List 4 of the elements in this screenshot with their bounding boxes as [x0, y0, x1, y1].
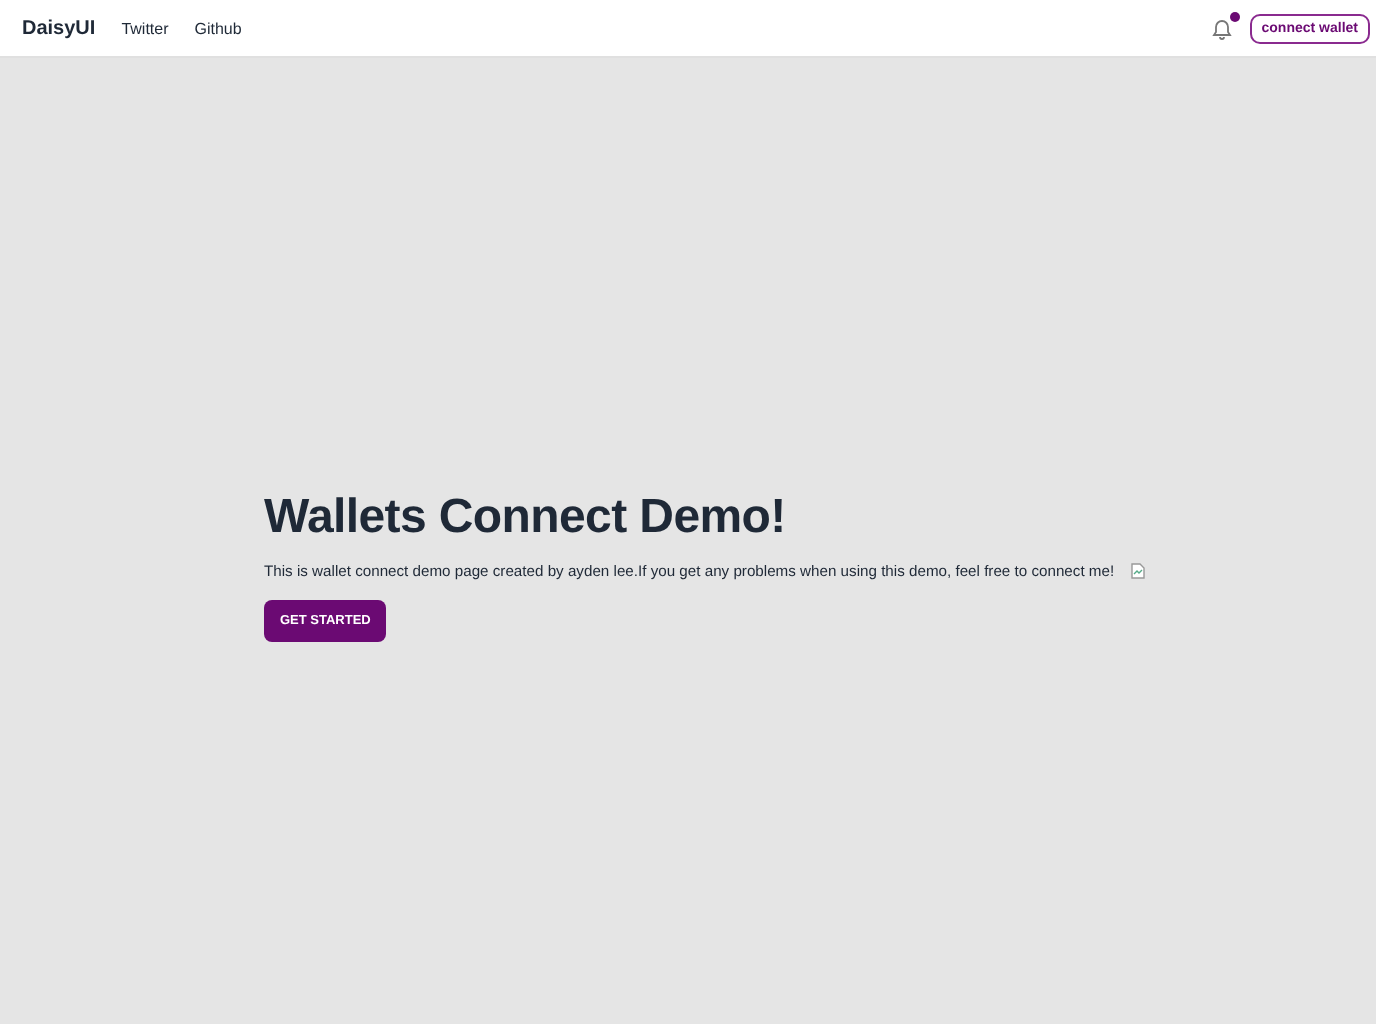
hero-title: Wallets Connect Demo!	[264, 490, 786, 546]
brand-link[interactable]: DaisyUI	[22, 17, 96, 39]
nav-link[interactable]: Twitter	[121, 19, 169, 37]
nav-link[interactable]: Github	[194, 19, 242, 37]
